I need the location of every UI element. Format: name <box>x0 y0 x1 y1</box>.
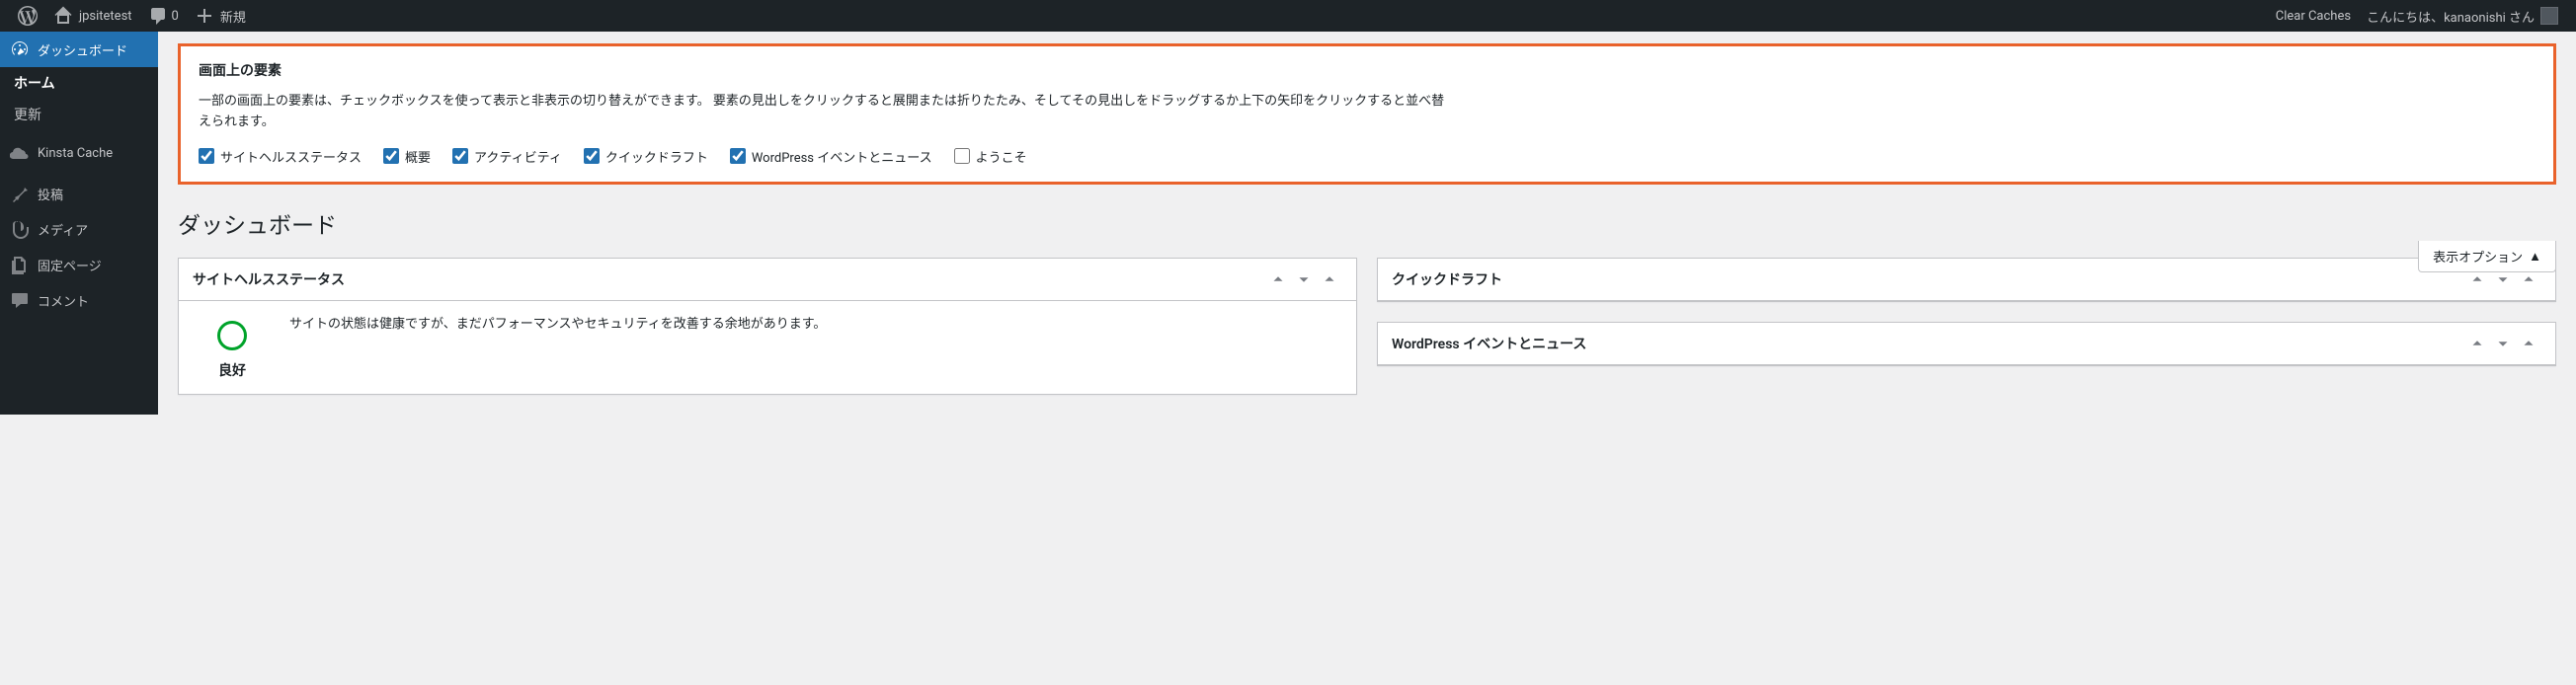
media-icon <box>10 219 30 239</box>
widget-quick-draft-title: クイックドラフト <box>1392 269 2464 289</box>
screen-options-tab[interactable]: 表示オプション ▲ <box>2418 241 2556 272</box>
checkbox-input[interactable] <box>452 148 468 164</box>
screen-option-checkbox[interactable]: クイックドラフト <box>584 147 708 166</box>
screen-option-checkbox[interactable]: サイトヘルスステータス <box>199 147 362 166</box>
screen-options-title: 画面上の要素 <box>199 60 2536 80</box>
move-up-icon[interactable] <box>2464 333 2490 354</box>
adminbar-comments[interactable]: 0 <box>140 0 187 32</box>
screen-option-checkbox[interactable]: WordPress イベントとニュース <box>730 147 932 166</box>
move-down-icon[interactable] <box>1291 268 1317 290</box>
menu-pages[interactable]: 固定ページ <box>0 247 158 282</box>
submenu-updates[interactable]: 更新 <box>0 99 158 130</box>
menu-posts[interactable]: 投稿 <box>0 176 158 211</box>
checkbox-label: サイトヘルスステータス <box>220 147 362 166</box>
checkbox-label: アクティビティ <box>474 147 562 166</box>
dashboard-icon <box>10 39 30 59</box>
move-down-icon[interactable] <box>2490 333 2516 354</box>
checkbox-input[interactable] <box>730 148 746 164</box>
menu-comments-label: コメント <box>38 291 89 310</box>
adminbar-new[interactable]: 新規 <box>187 0 254 32</box>
menu-posts-label: 投稿 <box>38 185 63 203</box>
adminbar-account[interactable]: こんにちは、kanaonishi さん <box>2359 0 2566 32</box>
screen-options-description: 一部の画面上の要素は、チェックボックスを使って表示と非表示の切り替えができます。… <box>199 92 1453 133</box>
screen-options-checkboxes: サイトヘルスステータス 概要 アクティビティ クイックドラフト WordPress イベ… <box>199 147 2536 166</box>
screen-option-checkbox[interactable]: 概要 <box>383 147 431 166</box>
pages-icon <box>10 255 30 274</box>
checkbox-label: 概要 <box>405 147 431 166</box>
comment-icon <box>148 6 168 26</box>
menu-kinsta-cache[interactable]: Kinsta Cache <box>0 135 158 171</box>
adminbar-site-name: jpsitetest <box>79 9 132 24</box>
widget-events-header[interactable]: WordPress イベントとニュース <box>1378 323 2555 365</box>
checkbox-input[interactable] <box>584 148 600 164</box>
menu-pages-label: 固定ページ <box>38 256 102 274</box>
plus-icon <box>195 6 214 26</box>
menu-dashboard[interactable]: ダッシュボード <box>0 32 158 67</box>
adminbar-wordpress-logo[interactable] <box>10 0 45 32</box>
widget-site-health: サイトヘルスステータス 良好 サイトの状態は健康ですが、まだパフォーマンスやセキ… <box>178 258 1357 395</box>
adminbar-new-label: 新規 <box>220 7 246 26</box>
wordpress-icon <box>18 6 38 26</box>
widget-quick-draft-header[interactable]: クイックドラフト <box>1378 259 2555 301</box>
adminbar-greeting: こんにちは、kanaonishi さん <box>2367 7 2535 26</box>
site-health-indicator: 良好 <box>193 315 272 380</box>
widget-events: WordPress イベントとニュース <box>1377 322 2556 366</box>
screen-options-panel: 画面上の要素 一部の画面上の要素は、チェックボックスを使って表示と非表示の切り替… <box>178 43 2556 185</box>
widget-site-health-title: サイトヘルスステータス <box>193 269 1265 289</box>
menu-comments[interactable]: コメント <box>0 282 158 318</box>
widget-site-health-header[interactable]: サイトヘルスステータス <box>179 259 1356 301</box>
caret-up-icon: ▲ <box>2529 249 2541 265</box>
dashboard-widgets: サイトヘルスステータス 良好 サイトの状態は健康ですが、まだパフォーマンスやセキ… <box>178 258 2556 395</box>
site-health-status: 良好 <box>193 360 272 380</box>
menu-dashboard-label: ダッシュボード <box>38 40 127 59</box>
toggle-icon[interactable] <box>1317 268 1342 290</box>
screen-options-tab-label: 表示オプション <box>2433 247 2523 266</box>
cloud-icon <box>10 143 30 163</box>
submenu-home[interactable]: ホーム <box>0 67 158 99</box>
move-up-icon[interactable] <box>1265 268 1291 290</box>
checkbox-input[interactable] <box>199 148 214 164</box>
menu-media[interactable]: メディア <box>0 211 158 247</box>
checkbox-input[interactable] <box>383 148 399 164</box>
checkbox-input[interactable] <box>954 148 970 164</box>
home-icon <box>53 6 73 26</box>
screen-option-checkbox[interactable]: ようこそ <box>954 147 1027 166</box>
checkbox-label: WordPress イベントとニュース <box>752 147 932 166</box>
widget-quick-draft: クイックドラフト <box>1377 258 2556 302</box>
pin-icon <box>10 184 30 203</box>
admin-menu: ダッシュボード ホーム 更新 Kinsta Cache 投稿 メディア 固定ペー… <box>0 32 158 415</box>
menu-media-label: メディア <box>38 220 88 239</box>
toggle-icon[interactable] <box>2516 333 2541 354</box>
adminbar-comments-count: 0 <box>172 9 179 24</box>
screen-option-checkbox[interactable]: アクティビティ <box>452 147 562 166</box>
widget-events-title: WordPress イベントとニュース <box>1392 334 2464 353</box>
checkbox-label: ようこそ <box>976 147 1027 166</box>
comments-icon <box>10 290 30 310</box>
adminbar-clear-caches[interactable]: Clear Caches <box>2268 0 2359 32</box>
page-title: ダッシュボード <box>178 206 2556 240</box>
checkbox-label: クイックドラフト <box>605 147 708 166</box>
menu-kinsta-label: Kinsta Cache <box>38 146 113 161</box>
site-health-text: サイトの状態は健康ですが、まだパフォーマンスやセキュリティを改善する余地がありま… <box>289 315 826 380</box>
health-circle-icon <box>217 321 247 350</box>
adminbar-site-link[interactable]: jpsitetest <box>45 0 140 32</box>
avatar-icon <box>2540 7 2558 25</box>
